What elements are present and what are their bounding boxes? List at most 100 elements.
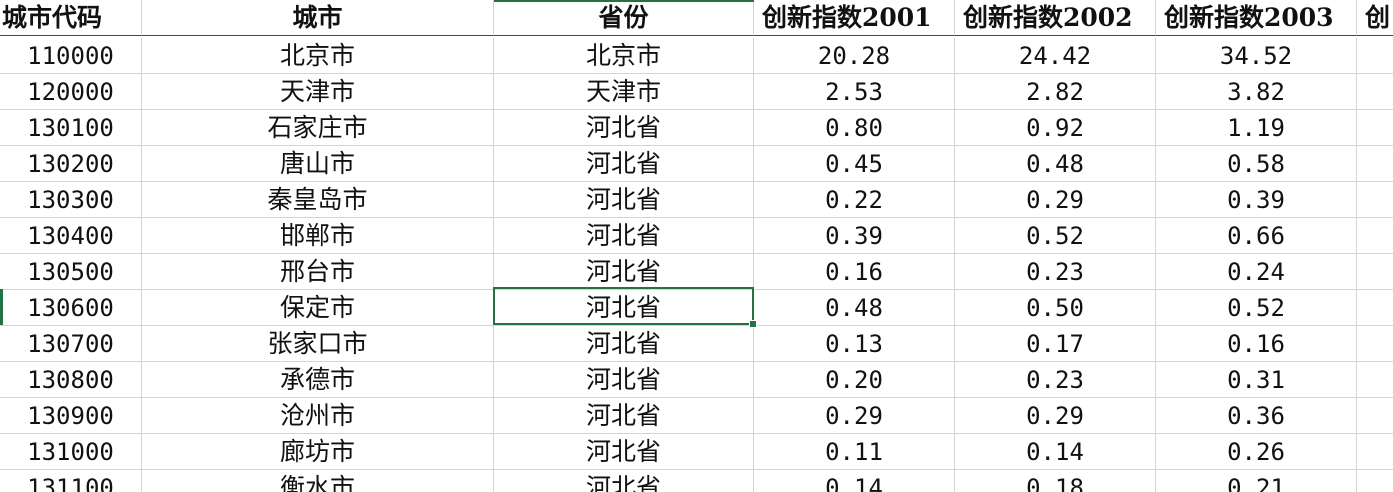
province-cell[interactable]: 河北省 <box>494 398 754 434</box>
province-cell[interactable]: 河北省 <box>494 434 754 470</box>
index-2002-cell[interactable]: 0.14 <box>955 434 1156 470</box>
index-2001-cell[interactable]: 0.16 <box>754 254 955 290</box>
index-2001-cell[interactable]: 0.14 <box>754 470 955 492</box>
index-2003-cell[interactable]: 0.39 <box>1156 182 1357 218</box>
province-cell[interactable]: 河北省 <box>494 470 754 492</box>
index-next-cell[interactable] <box>1357 326 1393 362</box>
city-code-cell[interactable]: 110000 <box>0 38 142 74</box>
city-code-cell[interactable]: 130900 <box>0 398 142 434</box>
index-2001-cell[interactable]: 0.22 <box>754 182 955 218</box>
index-2002-cell[interactable]: 0.50 <box>955 290 1156 326</box>
city-cell[interactable]: 保定市 <box>142 290 494 326</box>
province-cell[interactable]: 天津市 <box>494 74 754 110</box>
index-2003-cell[interactable]: 1.19 <box>1156 110 1357 146</box>
province-cell[interactable]: 河北省 <box>494 146 754 182</box>
index-2001-cell[interactable]: 0.48 <box>754 290 955 326</box>
index-2003-cell[interactable]: 0.21 <box>1156 470 1357 492</box>
index-next-cell[interactable] <box>1357 110 1393 146</box>
city-cell[interactable]: 衡水市 <box>142 470 494 492</box>
index-2001-cell[interactable]: 20.28 <box>754 38 955 74</box>
header-cell-index-2002[interactable]: 创新指数2002 <box>955 0 1156 36</box>
index-2002-cell[interactable]: 0.18 <box>955 470 1156 492</box>
index-2003-cell[interactable]: 0.26 <box>1156 434 1357 470</box>
index-2002-cell[interactable]: 0.29 <box>955 182 1156 218</box>
index-2001-cell[interactable]: 2.53 <box>754 74 955 110</box>
index-2002-cell[interactable]: 0.48 <box>955 146 1156 182</box>
index-2002-cell[interactable]: 0.23 <box>955 362 1156 398</box>
index-2003-cell[interactable]: 0.66 <box>1156 218 1357 254</box>
city-cell[interactable]: 秦皇岛市 <box>142 182 494 218</box>
index-2001-cell[interactable]: 0.13 <box>754 326 955 362</box>
city-code-cell[interactable]: 131000 <box>0 434 142 470</box>
city-cell[interactable]: 沧州市 <box>142 398 494 434</box>
city-code-cell[interactable]: 130600 <box>0 290 142 326</box>
index-next-cell[interactable] <box>1357 182 1393 218</box>
index-2003-cell[interactable]: 0.52 <box>1156 290 1357 326</box>
province-cell[interactable]: 河北省 <box>494 182 754 218</box>
header-cell-index-2003[interactable]: 创新指数2003 <box>1156 0 1357 36</box>
city-code-cell[interactable]: 130400 <box>0 218 142 254</box>
city-code-cell[interactable]: 130200 <box>0 146 142 182</box>
province-cell[interactable]: 河北省 <box>494 218 754 254</box>
city-cell[interactable]: 北京市 <box>142 38 494 74</box>
city-cell[interactable]: 唐山市 <box>142 146 494 182</box>
index-next-cell[interactable] <box>1357 470 1393 492</box>
index-2002-cell[interactable]: 2.82 <box>955 74 1156 110</box>
index-next-cell[interactable] <box>1357 290 1393 326</box>
index-2001-cell[interactable]: 0.20 <box>754 362 955 398</box>
province-cell[interactable]: 河北省 <box>494 290 754 326</box>
city-code-cell[interactable]: 130800 <box>0 362 142 398</box>
city-cell[interactable]: 天津市 <box>142 74 494 110</box>
index-next-cell[interactable] <box>1357 38 1393 74</box>
spreadsheet-grid: 城市代码 城市 省份 创新指数2001 创新指数2002 创新指数2003 创 … <box>0 0 1393 492</box>
city-code-cell[interactable]: 130100 <box>0 110 142 146</box>
index-2003-cell[interactable]: 0.31 <box>1156 362 1357 398</box>
index-2003-cell[interactable]: 34.52 <box>1156 38 1357 74</box>
index-next-cell[interactable] <box>1357 398 1393 434</box>
index-next-cell[interactable] <box>1357 146 1393 182</box>
index-next-cell[interactable] <box>1357 434 1393 470</box>
index-2003-cell[interactable]: 0.36 <box>1156 398 1357 434</box>
header-cell-city-code[interactable]: 城市代码 <box>0 0 142 36</box>
index-2002-cell[interactable]: 0.92 <box>955 110 1156 146</box>
province-cell[interactable]: 河北省 <box>494 326 754 362</box>
city-cell[interactable]: 邢台市 <box>142 254 494 290</box>
header-cell-index-2001[interactable]: 创新指数2001 <box>754 0 955 36</box>
city-code-cell[interactable]: 130300 <box>0 182 142 218</box>
index-2003-cell[interactable]: 3.82 <box>1156 74 1357 110</box>
city-cell[interactable]: 邯郸市 <box>142 218 494 254</box>
province-cell[interactable]: 河北省 <box>494 110 754 146</box>
index-2002-cell[interactable]: 0.23 <box>955 254 1156 290</box>
city-cell[interactable]: 张家口市 <box>142 326 494 362</box>
index-2002-cell[interactable]: 24.42 <box>955 38 1156 74</box>
header-cell-city[interactable]: 城市 <box>142 0 494 36</box>
index-2003-cell[interactable]: 0.58 <box>1156 146 1357 182</box>
city-cell[interactable]: 廊坊市 <box>142 434 494 470</box>
index-2002-cell[interactable]: 0.29 <box>955 398 1156 434</box>
index-2003-cell[interactable]: 0.16 <box>1156 326 1357 362</box>
province-cell[interactable]: 河北省 <box>494 362 754 398</box>
header-cell-province[interactable]: 省份 <box>494 0 754 36</box>
index-next-cell[interactable] <box>1357 362 1393 398</box>
index-2001-cell[interactable]: 0.29 <box>754 398 955 434</box>
province-cell[interactable]: 北京市 <box>494 38 754 74</box>
city-cell[interactable]: 石家庄市 <box>142 110 494 146</box>
city-code-cell[interactable]: 130700 <box>0 326 142 362</box>
index-2002-cell[interactable]: 0.52 <box>955 218 1156 254</box>
index-next-cell[interactable] <box>1357 74 1393 110</box>
index-next-cell[interactable] <box>1357 218 1393 254</box>
city-code-cell[interactable]: 131100 <box>0 470 142 492</box>
index-next-cell[interactable] <box>1357 254 1393 290</box>
city-cell[interactable]: 承德市 <box>142 362 494 398</box>
fill-handle[interactable] <box>749 320 757 328</box>
city-code-cell[interactable]: 120000 <box>0 74 142 110</box>
index-2001-cell[interactable]: 0.11 <box>754 434 955 470</box>
index-2001-cell[interactable]: 0.39 <box>754 218 955 254</box>
index-2003-cell[interactable]: 0.24 <box>1156 254 1357 290</box>
header-cell-index-next[interactable]: 创 <box>1357 0 1393 36</box>
index-2001-cell[interactable]: 0.80 <box>754 110 955 146</box>
city-code-cell[interactable]: 130500 <box>0 254 142 290</box>
index-2002-cell[interactable]: 0.17 <box>955 326 1156 362</box>
province-cell[interactable]: 河北省 <box>494 254 754 290</box>
index-2001-cell[interactable]: 0.45 <box>754 146 955 182</box>
